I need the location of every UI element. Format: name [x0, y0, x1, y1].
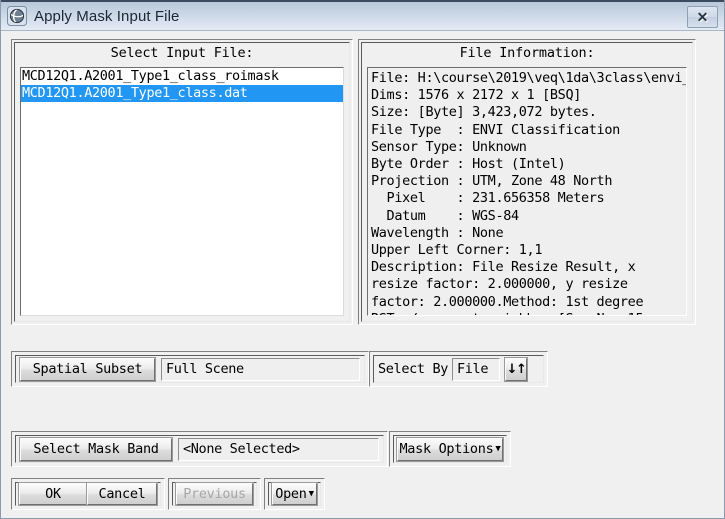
- chevron-down-icon: ▼: [495, 443, 501, 454]
- mask-options-button[interactable]: Mask Options ▼: [396, 436, 504, 462]
- info-line: factor: 2.000000.Method: 1st degree: [371, 293, 644, 310]
- select-mask-band-group: Select Mask Band <None Selected>: [11, 431, 388, 467]
- info-line: Wavelength : None: [371, 224, 504, 241]
- spatial-subset-button[interactable]: Spatial Subset: [19, 356, 156, 382]
- info-line: Description: File Resize Result, x: [371, 259, 636, 276]
- mask-band-value: <None Selected>: [178, 437, 379, 461]
- select-by-group: Select By File ↓↑: [369, 351, 548, 387]
- open-label: Open: [275, 486, 307, 502]
- ok-cancel-group: OK Cancel: [11, 478, 165, 510]
- file-information-title: File Information:: [459, 45, 595, 61]
- ok-button[interactable]: OK: [18, 482, 88, 506]
- info-line: Dims: 1576 x 2172 x 1 [BSQ]: [371, 87, 581, 104]
- up-down-arrows-icon: ↓↑: [506, 361, 527, 377]
- select-by-label: Select By: [378, 361, 448, 377]
- info-line: File: H:\course\2019\veq\1da\3class\envi…: [371, 70, 687, 86]
- select-by-updown-button[interactable]: ↓↑: [504, 356, 528, 382]
- spatial-subset-value: Full Scene: [161, 357, 360, 381]
- mask-options-group: Mask Options ▼: [389, 431, 511, 467]
- info-line: File Type : ENVI Classification: [371, 121, 620, 138]
- info-line: resize factor: 2.000000, y resize: [371, 276, 628, 293]
- file-information-panel: File Information: File: H:\course\2019\v…: [358, 39, 696, 325]
- mask-options-label: Mask Options: [399, 441, 494, 457]
- list-item[interactable]: MCD12Q1.A2001_Type1_class.dat: [21, 85, 343, 102]
- previous-button: Previous: [175, 482, 254, 506]
- open-group: Open ▼: [264, 478, 325, 510]
- info-line: Size: [Byte] 3,423,072 bytes.: [371, 104, 597, 121]
- info-line: Byte Order : Host (Intel): [371, 156, 566, 173]
- close-icon: ✕: [696, 9, 709, 25]
- close-button[interactable]: ✕: [687, 6, 718, 28]
- input-file-list[interactable]: MCD12Q1.A2001_Type1_class_roimask MCD12Q…: [20, 67, 344, 316]
- title-bar: Apply Mask Input File ✕: [1, 0, 724, 31]
- envi-globe-icon: [7, 6, 27, 26]
- chevron-down-icon: ▼: [308, 488, 314, 499]
- select-by-value[interactable]: File: [452, 357, 500, 381]
- list-item[interactable]: MCD12Q1.A2001_Type1_class_roimask: [21, 68, 343, 85]
- apply-mask-input-file-dialog: Apply Mask Input File ✕ Select Input Fil…: [0, 0, 725, 519]
- file-information-text: File: H:\course\2019\veq\1da\3class\envi…: [367, 67, 687, 316]
- cancel-button[interactable]: Cancel: [86, 482, 158, 506]
- open-button[interactable]: Open ▼: [271, 482, 318, 506]
- info-line: Sensor Type: Unknown: [371, 138, 527, 155]
- previous-group: Previous: [168, 478, 261, 510]
- window-title: Apply Mask Input File: [34, 7, 180, 25]
- spatial-subset-group: Spatial Subset Full Scene: [11, 351, 369, 387]
- info-line: Pixel : 231.656358 Meters: [371, 190, 605, 207]
- info-line: RST w/ nearest neighbor [Sun Nov 15: [371, 311, 686, 315]
- select-input-file-panel: Select Input File: MCD12Q1.A2001_Type1_c…: [11, 39, 353, 325]
- info-line: Datum : WGS-84: [371, 207, 520, 224]
- info-line: Upper Left Corner: 1,1: [371, 242, 543, 259]
- select-mask-band-button[interactable]: Select Mask Band: [19, 436, 173, 462]
- select-input-file-title: Select Input File:: [110, 45, 254, 61]
- info-line: Projection : UTM, Zone 48 North: [371, 173, 613, 190]
